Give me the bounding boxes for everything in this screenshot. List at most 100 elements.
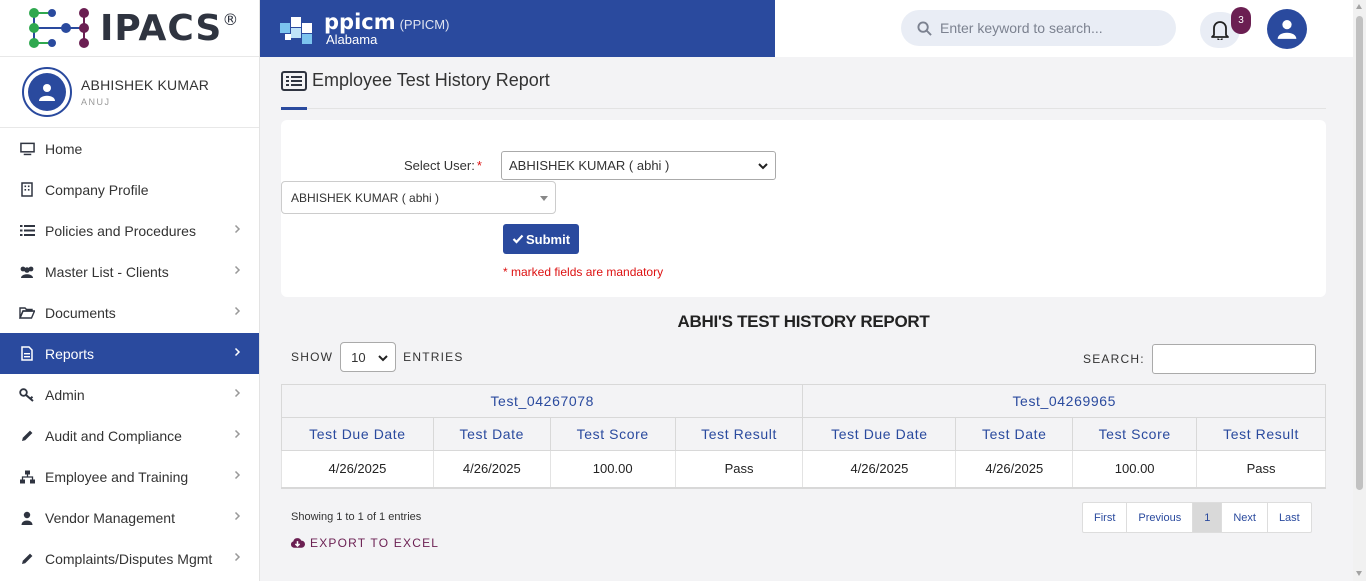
list-alt-icon (281, 70, 307, 91)
key-icon (19, 387, 35, 403)
user-icon (1277, 19, 1297, 39)
sidebar-item-label: Audit and Compliance (45, 427, 182, 444)
group-header: Test_04269965 (802, 384, 1326, 418)
sidebar-item-home[interactable]: Home (0, 128, 259, 169)
table-cell: 100.00 (549, 450, 676, 489)
sidebar-item-reports[interactable]: Reports (0, 333, 259, 374)
pencil-icon (19, 551, 35, 567)
chevron-right-icon (234, 224, 241, 237)
brand-code: (PPICM) (399, 16, 450, 32)
pagination: First Previous 1 Next Last (1082, 502, 1312, 533)
search-input[interactable] (940, 20, 1160, 36)
column-header[interactable]: Test Score (1072, 417, 1198, 451)
sidebar-item-vendor-management[interactable]: Vendor Management (0, 497, 259, 538)
sidebar-item-label: Master List - Clients (45, 263, 169, 280)
page-current-button[interactable]: 1 (1193, 503, 1223, 532)
sitemap-icon (19, 469, 35, 485)
column-header[interactable]: Test Date (955, 417, 1074, 451)
page-previous-button[interactable]: Previous (1127, 503, 1194, 532)
sidebar-user[interactable]: ABHISHEK KUMAR ANUJ (0, 57, 259, 128)
select-user-combobox[interactable]: ABHISHEK KUMAR ( abhi ) (281, 181, 556, 214)
sidebar-item-documents[interactable]: Documents (0, 292, 259, 333)
report-table: Test_04267078 Test_04269965 Test Due Dat… (280, 384, 1326, 489)
folder-open-icon (19, 305, 35, 321)
sidebar-item-label: Admin (45, 386, 85, 403)
table-cell: 4/26/2025 (955, 450, 1074, 489)
sidebar-item-label: Employee and Training (45, 468, 189, 485)
logo[interactable]: IPACS® (0, 0, 259, 57)
scroll-up-icon[interactable] (1356, 4, 1362, 9)
table-cell: 4/26/2025 (432, 450, 551, 489)
table-search-input[interactable] (1151, 344, 1316, 374)
table-row: 4/26/2025 4/26/2025 100.00 Pass 4/26/202… (281, 450, 1326, 489)
sidebar-item-employee-and-training[interactable]: Employee and Training (0, 456, 259, 497)
page-next-button[interactable]: Next (1222, 503, 1268, 532)
chevron-right-icon (234, 429, 241, 442)
page-first-button[interactable]: First (1083, 503, 1128, 532)
column-header[interactable]: Test Result (674, 417, 804, 451)
sidebar-item-company-profile[interactable]: Company Profile (0, 169, 259, 210)
scrollbar-thumb[interactable] (1356, 16, 1363, 490)
search-icon (917, 20, 932, 36)
topbar: 3 (775, 0, 1353, 57)
users-icon (19, 264, 35, 280)
entries-select[interactable]: 10 (340, 342, 397, 372)
notification-badge: 3 (1231, 7, 1251, 34)
report-title: ABHI'S TEST HISTORY REPORT (677, 312, 930, 331)
cloud-download-icon (290, 538, 305, 548)
sidebar: IPACS® ABHISHEK KUMAR ANUJ Home Company P… (0, 0, 260, 581)
entries-control: SHOW 10 ENTRIES (291, 342, 464, 372)
column-header[interactable]: Test Result (1196, 417, 1326, 451)
user-name: ABHISHEK KUMAR (81, 77, 210, 93)
user-icon (39, 84, 55, 101)
page-title: Employee Test History Report (312, 70, 550, 90)
table-cell: 4/26/2025 (281, 450, 434, 489)
check-icon (512, 234, 524, 244)
sidebar-item-label: Home (45, 140, 83, 157)
title-underline (281, 107, 307, 110)
page-scrollbar[interactable] (1353, 0, 1366, 581)
file-icon (19, 346, 35, 362)
table-cell: 100.00 (1072, 450, 1198, 489)
sidebar-item-label: Company Profile (45, 181, 149, 198)
select-user-label: Select User: * (404, 158, 482, 173)
scroll-down-icon[interactable] (1356, 571, 1362, 576)
global-search[interactable] (901, 10, 1176, 46)
sidebar-item-audit-and-compliance[interactable]: Audit and Compliance (0, 415, 259, 456)
chevron-right-icon (234, 511, 241, 524)
logo-mark-icon (29, 8, 89, 48)
column-header[interactable]: Test Due Date (802, 417, 957, 451)
showing-info: Showing 1 to 1 of 1 entries (291, 511, 422, 523)
brand-name: ppicm (324, 9, 396, 34)
chevron-right-icon (234, 388, 241, 401)
column-header[interactable]: Test Score (549, 417, 676, 451)
brand-bar: ppicm (PPICM) Alabama (260, 0, 775, 57)
sidebar-item-master-list-clients[interactable]: Master List - Clients (0, 251, 259, 292)
user-subtitle: ANUJ (81, 97, 111, 107)
submit-button[interactable]: Submit (503, 224, 579, 254)
export-excel-link[interactable]: EXPORT TO EXCEL (290, 536, 439, 550)
profile-avatar[interactable] (1267, 9, 1307, 49)
page-last-button[interactable]: Last (1268, 503, 1311, 532)
sidebar-item-label: Vendor Management (45, 509, 175, 526)
column-header[interactable]: Test Due Date (281, 417, 434, 451)
sidebar-nav: Home Company Profile Policies and Procedur… (0, 128, 259, 579)
sidebar-item-label: Policies and Procedures (45, 222, 196, 239)
sidebar-item-complaints-disputes-mgmt[interactable]: Complaints/Disputes Mgmt (0, 538, 259, 579)
table-cell: Pass (674, 450, 804, 489)
sidebar-item-admin[interactable]: Admin (0, 374, 259, 415)
list-icon (19, 223, 35, 239)
chevron-right-icon (234, 306, 241, 319)
chevron-right-icon (234, 347, 241, 360)
group-header: Test_04267078 (280, 384, 804, 418)
sidebar-item-label: Documents (45, 304, 116, 321)
select-user-dropdown[interactable]: ABHISHEK KUMAR ( abhi ) (501, 151, 776, 180)
chevron-down-icon (758, 163, 768, 170)
chevron-down-icon (378, 355, 388, 362)
table-cell: 4/26/2025 (802, 450, 957, 489)
bell-icon (1211, 21, 1229, 40)
chevron-right-icon (234, 265, 241, 278)
logo-text: IPACS® (100, 7, 240, 49)
column-header[interactable]: Test Date (432, 417, 551, 451)
sidebar-item-policies-and-procedures[interactable]: Policies and Procedures (0, 210, 259, 251)
